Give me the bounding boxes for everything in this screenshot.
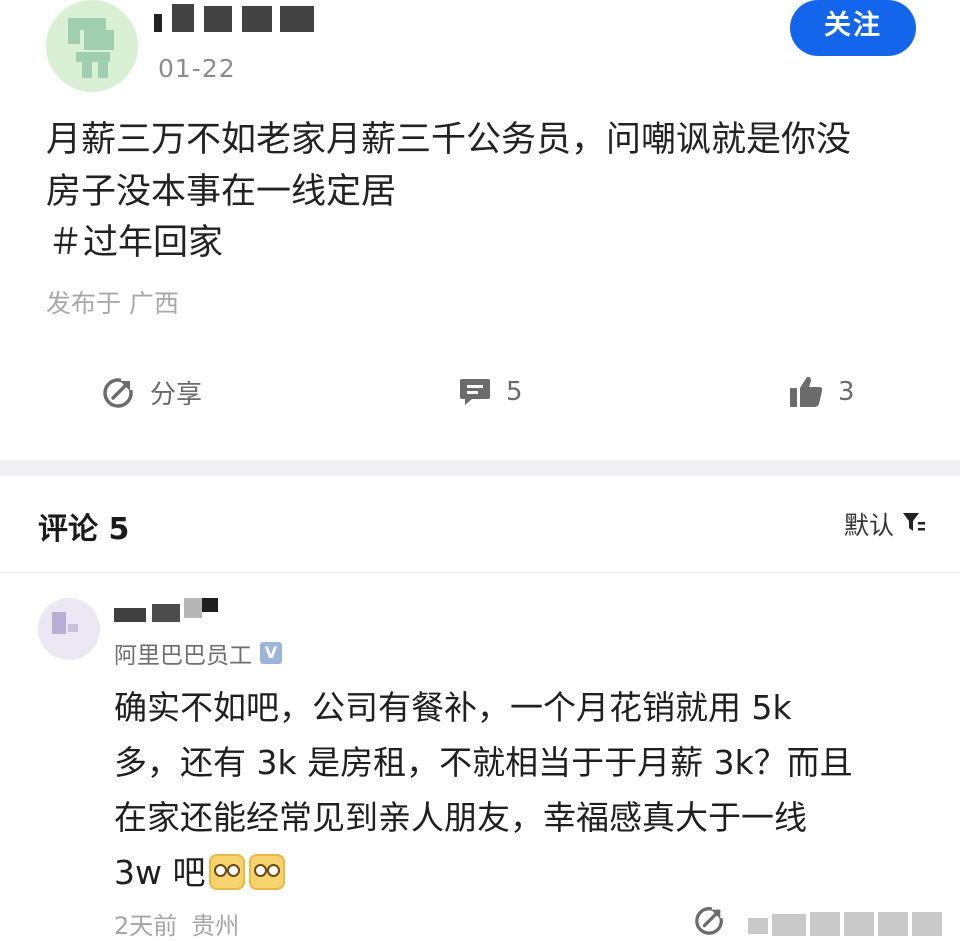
worried-face-emoji bbox=[209, 854, 246, 890]
share-icon bbox=[695, 904, 726, 935]
comment-icon bbox=[458, 375, 506, 409]
share-button[interactable]: 分享 bbox=[102, 370, 202, 414]
comment-time: 2天前 bbox=[114, 912, 178, 940]
comment-location: 贵州 bbox=[191, 912, 240, 940]
like-button[interactable]: 3 bbox=[788, 370, 855, 414]
share-label: 分享 bbox=[150, 379, 203, 410]
watermark-blurred bbox=[748, 904, 948, 939]
comment-body-line: 3w 吧 bbox=[114, 853, 206, 892]
comment-body-line-last: 3w 吧 bbox=[114, 845, 914, 900]
comment-body-line: 多，还有 3k 是房租，不就相当于于月薪 3k？而且 bbox=[114, 743, 853, 782]
commenter-employer-label: 阿里巴巴员工 bbox=[114, 643, 252, 669]
sort-label: 默认 bbox=[843, 511, 894, 540]
comment-body: 确实不如吧，公司有餐补，一个月花销就用 5k 多，还有 3k 是房租，不就相当于… bbox=[114, 680, 914, 900]
comments-title: 评论 5 bbox=[38, 512, 130, 547]
post-body-line: 月薪三万不如老家月薪三千公务员，问嘲讽就是你没 bbox=[46, 120, 852, 160]
commenter-badge: 阿里巴巴员工 V bbox=[114, 636, 282, 670]
post-date: 01-22 bbox=[158, 54, 236, 83]
like-count: 3 bbox=[838, 377, 855, 407]
verified-icon: V bbox=[260, 642, 282, 664]
post-body: 月薪三万不如老家月薪三千公务员，问嘲讽就是你没 房子没本事在一线定居 bbox=[46, 114, 916, 218]
post-author-name-blurred[interactable] bbox=[154, 0, 324, 34]
section-separator bbox=[0, 460, 960, 476]
filter-icon bbox=[894, 510, 926, 539]
comment-count: 5 bbox=[506, 377, 523, 407]
post-body-line: 房子没本事在一线定居 bbox=[46, 172, 397, 212]
worried-face-emoji bbox=[249, 854, 286, 890]
follow-button[interactable]: 关注 bbox=[790, 0, 916, 56]
commenter-avatar[interactable] bbox=[38, 598, 100, 660]
thumbs-up-icon bbox=[788, 375, 838, 409]
sort-dropdown[interactable]: 默认 bbox=[844, 506, 926, 542]
comment-body-line: 在家还能经常见到亲人朋友，幸福感真大于一线 bbox=[114, 798, 807, 837]
post-location: 发布于 广西 bbox=[46, 289, 179, 318]
comment-meta: 2天前 贵州 bbox=[114, 906, 239, 941]
share-icon bbox=[102, 375, 150, 409]
commenter-name-blurred[interactable] bbox=[114, 596, 224, 622]
comment-button[interactable]: 5 bbox=[458, 370, 523, 414]
comment-body-line: 确实不如吧，公司有餐补，一个月花销就用 5k bbox=[114, 688, 792, 727]
post-card: 01-22 关注 月薪三万不如老家月薪三千公务员，问嘲讽就是你没 房子没本事在一… bbox=[0, 0, 960, 460]
comment-share-button[interactable] bbox=[694, 904, 726, 940]
post-author-avatar[interactable] bbox=[46, 0, 138, 92]
divider bbox=[0, 572, 960, 573]
post-topic-tag[interactable]: ＃过年回家 bbox=[48, 218, 223, 268]
